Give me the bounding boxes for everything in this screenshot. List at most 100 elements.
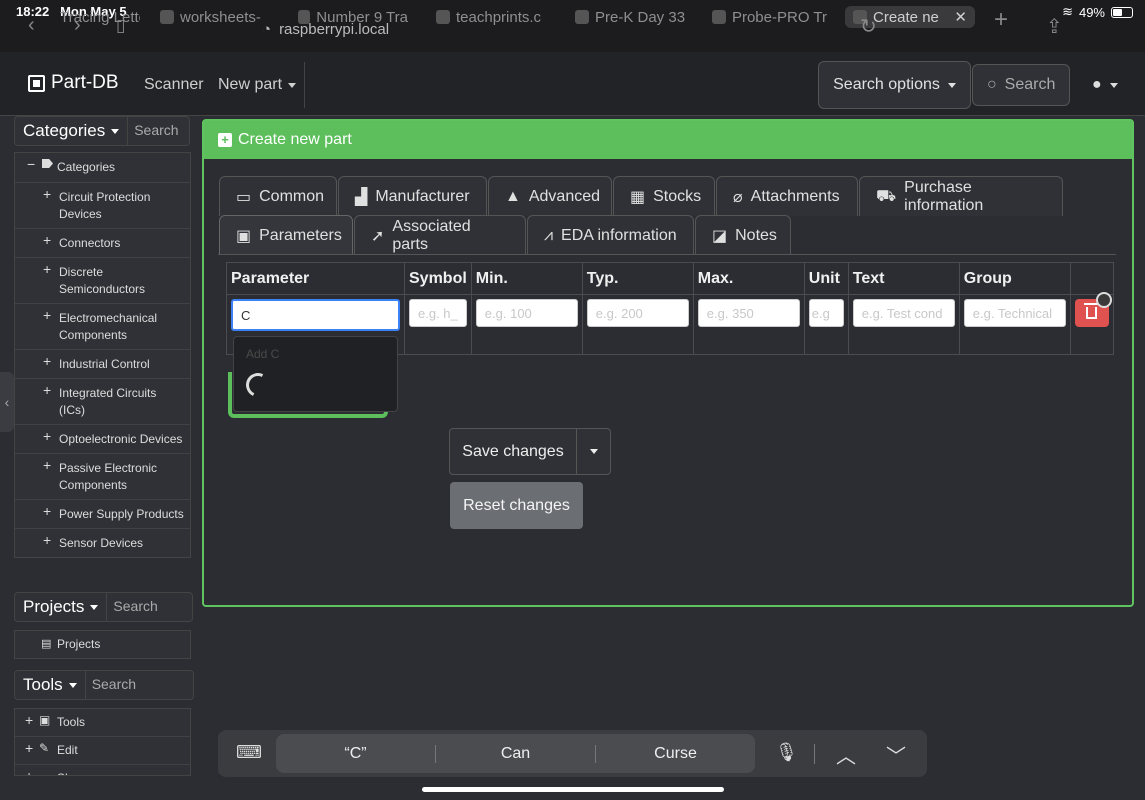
- tab-associated-parts[interactable]: ➚ Associated parts: [354, 215, 526, 255]
- tree-item-category[interactable]: + Circuit Protection Devices: [15, 183, 190, 229]
- tree-root-categories[interactable]: − Categories: [15, 153, 190, 183]
- tab-common[interactable]: ▭ Common: [219, 176, 337, 216]
- tab-notes[interactable]: ◪ Notes: [695, 215, 791, 255]
- tree-item-category[interactable]: + Power Supply Products: [15, 500, 190, 529]
- keyboard-shortcut-bar: ⌨ “C” Can Curse 🎙 ︿ ﹀: [218, 730, 927, 777]
- expand-icon[interactable]: +: [43, 261, 51, 278]
- max-input[interactable]: [697, 299, 800, 327]
- expand-icon[interactable]: +: [25, 768, 33, 775]
- tools-header: Tools Search: [14, 670, 194, 700]
- tab-eda-information[interactable]: ⩘ EDA information: [527, 215, 694, 255]
- projects-search[interactable]: Search: [107, 592, 194, 622]
- tree-item-category[interactable]: + Discrete Semiconductors: [15, 258, 190, 304]
- collapse-icon[interactable]: −: [27, 156, 35, 173]
- autocomplete-dropdown: Add C: [233, 336, 398, 412]
- tools-search[interactable]: Search: [85, 670, 194, 700]
- tree-item-category[interactable]: + Electromechanical Components: [15, 304, 190, 350]
- parameter-name-input[interactable]: [231, 299, 400, 331]
- compass-drafting-icon: ⩘: [544, 226, 554, 244]
- tab-stocks[interactable]: ▦ Stocks: [613, 176, 715, 216]
- tools-dropdown[interactable]: Tools: [14, 670, 86, 700]
- expand-icon[interactable]: +: [43, 382, 51, 399]
- suggestion-item[interactable]: Can: [436, 744, 596, 763]
- expand-icon[interactable]: +: [43, 232, 51, 249]
- tree-item-category[interactable]: + Integrated Circuits (ICs): [15, 379, 190, 425]
- column-header: Symbol: [404, 262, 472, 295]
- caret-down-icon: [288, 82, 297, 88]
- expand-icon[interactable]: +: [25, 740, 33, 757]
- tree-item-category[interactable]: + Connectors: [15, 229, 190, 258]
- tree-item-category[interactable]: + Industrial Control: [15, 350, 190, 379]
- expand-icon[interactable]: +: [43, 307, 51, 324]
- tree-item-category[interactable]: + Sensor Devices: [15, 529, 190, 557]
- typ-input[interactable]: [586, 299, 689, 327]
- text-input[interactable]: [852, 299, 955, 327]
- status-bar: 18:22 Mon May 5 Tracing Lette worksheets…: [0, 0, 1145, 52]
- paperclip-icon: ⌀: [733, 188, 743, 206]
- suggestion-item[interactable]: Curse: [596, 745, 755, 763]
- new-part-dropdown[interactable]: New part: [218, 76, 297, 94]
- expand-icon[interactable]: +: [43, 186, 51, 203]
- tab-parameters[interactable]: ▣ Parameters: [219, 215, 353, 255]
- forward-icon[interactable]: ›: [74, 14, 81, 37]
- tab-purchase-information[interactable]: ⛟ Purchase information: [859, 176, 1063, 216]
- group-input[interactable]: [963, 299, 1066, 327]
- min-input[interactable]: [475, 299, 578, 327]
- microphone-icon[interactable]: 🎙: [775, 742, 798, 763]
- search-input[interactable]: ○ Search: [972, 64, 1070, 106]
- categories-dropdown[interactable]: Categories: [14, 116, 129, 146]
- browser-tab[interactable]: Pre-K Day 33: [575, 6, 687, 28]
- new-tab-icon[interactable]: +: [994, 6, 1008, 34]
- tree-item-category[interactable]: + Passive Electronic Components: [15, 454, 190, 500]
- book-icon: ▣: [236, 227, 252, 245]
- expand-icon[interactable]: +: [43, 457, 51, 474]
- autocomplete-item[interactable]: Add C: [246, 347, 279, 361]
- column-header: Parameter: [226, 262, 405, 295]
- cart-icon: ⛟: [876, 187, 897, 205]
- tab-attachments[interactable]: ⌀ Attachments: [716, 176, 858, 216]
- kb-divider: [814, 744, 815, 764]
- expand-icon[interactable]: +: [25, 712, 33, 729]
- browser-tab[interactable]: worksheets-: [160, 6, 270, 28]
- symbol-input[interactable]: [409, 299, 467, 327]
- brand-link[interactable]: Part-DB: [28, 72, 119, 94]
- chevron-up-icon[interactable]: ︿: [836, 740, 856, 769]
- keyboard-icon[interactable]: ⌨: [236, 742, 262, 763]
- cell: [404, 294, 472, 355]
- expand-icon[interactable]: +: [43, 532, 51, 549]
- close-tab-icon[interactable]: ✕: [954, 8, 967, 26]
- expand-icon[interactable]: +: [43, 503, 51, 520]
- scanner-link[interactable]: Scanner: [144, 76, 204, 94]
- share-icon[interactable]: ⇪: [1046, 14, 1063, 39]
- user-menu[interactable]: ●: [1092, 76, 1118, 94]
- reset-changes-button[interactable]: Reset changes: [450, 482, 583, 529]
- save-changes-button[interactable]: Save changes: [449, 428, 577, 475]
- share-nodes-icon: ➚: [371, 227, 385, 245]
- tab-advanced[interactable]: ▲ Advanced: [488, 176, 612, 216]
- tree-item-show[interactable]: +Sh: [15, 765, 190, 775]
- unit-input[interactable]: [808, 299, 844, 327]
- save-options-dropdown[interactable]: [576, 428, 611, 475]
- cell: [470, 294, 583, 355]
- tree-item-tools[interactable]: + ▣ Tools: [15, 709, 190, 737]
- categories-search[interactable]: Search: [128, 116, 191, 146]
- tree-item-edit[interactable]: + ✎ Edit: [15, 737, 190, 765]
- reload-icon[interactable]: ↻: [860, 14, 877, 39]
- browser-tab[interactable]: Tracing Lette: [60, 6, 140, 28]
- expand-icon[interactable]: +: [43, 428, 51, 445]
- projects-dropdown[interactable]: Projects: [14, 592, 108, 622]
- browser-tab[interactable]: Probe-PRO Tr: [712, 6, 827, 28]
- url-bar[interactable]: ◔ raspberrypi.local: [262, 16, 462, 42]
- shield-icon: ◔: [262, 20, 272, 38]
- column-header: Unit: [803, 262, 849, 295]
- book-icon[interactable]: ▯: [116, 16, 125, 36]
- tab-manufacturer[interactable]: ▟ Manufacturer: [338, 176, 487, 216]
- suggestion-item[interactable]: “C”: [276, 744, 436, 763]
- tree-item-projects[interactable]: ▤ Projects: [15, 631, 190, 658]
- tree-item-category[interactable]: + Optoelectronic Devices: [15, 425, 190, 454]
- back-icon[interactable]: ‹: [28, 14, 35, 37]
- search-options-button[interactable]: Search options: [818, 61, 971, 109]
- sidebar-collapse-handle[interactable]: ‹: [0, 372, 14, 432]
- expand-icon[interactable]: +: [43, 353, 51, 370]
- chevron-down-icon[interactable]: ﹀: [886, 740, 906, 769]
